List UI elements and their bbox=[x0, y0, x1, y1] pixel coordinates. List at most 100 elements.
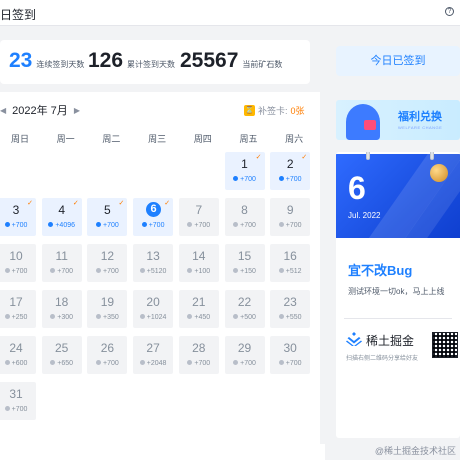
weekday-label: 周六 bbox=[285, 134, 304, 144]
prev-month-icon[interactable]: ◀ bbox=[0, 106, 6, 115]
stat-label: 累计签到天数 bbox=[127, 60, 176, 69]
reward-amount: +700 bbox=[240, 176, 256, 183]
day-number: 6 bbox=[146, 202, 162, 217]
calendar-day[interactable]: 22 +500 bbox=[224, 290, 265, 328]
page-title: 日签到 bbox=[0, 8, 37, 22]
calendar-day[interactable]: 3 +700 ✓ bbox=[0, 198, 36, 236]
calendar-day[interactable]: 20 +1024 bbox=[133, 290, 174, 328]
calendar-day[interactable]: 14 +100 bbox=[178, 244, 219, 282]
calendar-day[interactable]: 30 +700 bbox=[270, 336, 311, 374]
reward-amount: +2048 bbox=[146, 360, 167, 367]
calendar-day[interactable]: 23 +550 bbox=[270, 290, 311, 328]
ore-icon bbox=[4, 406, 10, 411]
calendar-day[interactable]: 10 +700 bbox=[0, 244, 36, 282]
footer-strip bbox=[0, 444, 325, 460]
ore-icon bbox=[50, 314, 56, 319]
day-number: 31 bbox=[9, 387, 23, 401]
day-reward: +150 bbox=[225, 268, 265, 275]
calendar-day[interactable]: 31 +700 bbox=[0, 382, 36, 420]
reward-amount: +700 bbox=[103, 360, 119, 367]
banner-title: 福利兑换 bbox=[398, 111, 442, 123]
day-reward: +700 bbox=[87, 268, 127, 275]
reward-amount: +450 bbox=[194, 314, 211, 321]
calendar-day[interactable]: 25 +650 bbox=[41, 336, 82, 374]
calendar-day[interactable]: 16 +512 bbox=[270, 244, 311, 282]
app-name: 稀土掘金 bbox=[366, 334, 415, 348]
day-reward: +1024 bbox=[133, 314, 173, 321]
calendar-day[interactable]: 24 +600 bbox=[0, 336, 36, 374]
calendar-day[interactable]: 19 +350 bbox=[87, 290, 128, 328]
day-number: 11 bbox=[55, 249, 68, 263]
ore-icon bbox=[278, 360, 284, 365]
welfare-banner[interactable]: 福利兑换 WELFARE CHANGE bbox=[336, 100, 460, 140]
day-reward: +700 bbox=[270, 360, 310, 367]
calendar-day[interactable]: 28 +700 bbox=[178, 336, 219, 374]
reward-amount: +700 bbox=[11, 222, 28, 229]
day-number: 26 bbox=[100, 341, 115, 355]
checked-icon: ✓ bbox=[27, 200, 33, 207]
reward-amount: +100 bbox=[194, 268, 211, 275]
reward-amount: +700 bbox=[103, 222, 119, 229]
calendar-day[interactable]: 17 +250 bbox=[0, 290, 36, 328]
calendar-day[interactable]: 15 +150 bbox=[224, 244, 265, 282]
day-number: 22 bbox=[237, 295, 252, 309]
ore-icon bbox=[278, 268, 284, 273]
checked-icon: ✓ bbox=[72, 200, 79, 207]
calendar-day[interactable]: 21 +450 bbox=[178, 290, 219, 328]
day-reward: +500 bbox=[225, 314, 265, 321]
calendar-day[interactable]: 27 +2048 bbox=[133, 336, 174, 374]
help-icon: ? bbox=[445, 7, 454, 16]
reward-amount: +700 bbox=[148, 222, 165, 229]
ore-icon bbox=[233, 176, 239, 181]
day-number: 18 bbox=[55, 295, 69, 309]
calendar-day[interactable]: 4 +4096 ✓ bbox=[41, 198, 82, 236]
day-reward: +700 bbox=[0, 406, 36, 413]
next-month-icon[interactable]: ▶ bbox=[74, 106, 80, 115]
day-reward: +700 bbox=[133, 222, 173, 229]
calendar-day[interactable]: 7 +700 bbox=[178, 198, 219, 236]
calendar-day[interactable]: 13 +5120 bbox=[133, 244, 174, 282]
weekday-label: 周二 bbox=[102, 134, 121, 144]
pin-icon bbox=[366, 152, 370, 160]
calendar-day[interactable]: 5 +700 ✓ bbox=[87, 198, 128, 236]
reward-amount: +700 bbox=[103, 268, 119, 275]
calendar-day[interactable]: 2 +700 ✓ bbox=[270, 152, 311, 190]
day-number: 21 bbox=[192, 295, 206, 309]
calendar-day[interactable]: 26 +700 bbox=[87, 336, 128, 374]
calendar-day[interactable]: 18 +300 bbox=[41, 290, 82, 328]
calendar-day[interactable]: 1 +700 ✓ bbox=[224, 152, 265, 190]
day-reward: +2048 bbox=[133, 360, 173, 367]
signed-today-button[interactable]: 今日已签到 bbox=[336, 46, 460, 76]
day-reward: +700 bbox=[225, 222, 265, 229]
calendar-day[interactable]: 6 +700 ✓ bbox=[133, 198, 174, 236]
reward-amount: +500 bbox=[240, 314, 256, 321]
calendar-day[interactable]: 11 +700 bbox=[41, 244, 82, 282]
day-reward: +512 bbox=[270, 268, 310, 275]
ore-icon bbox=[278, 222, 284, 227]
reward-amount: +700 bbox=[194, 222, 211, 229]
month-label: 2022年 7月 bbox=[12, 105, 68, 117]
calendar-day[interactable]: 9 +700 bbox=[270, 198, 311, 236]
ore-icon bbox=[233, 222, 239, 227]
reward-amount: +250 bbox=[11, 314, 28, 321]
sign-in-calendar: ◀ 2022年 7月 ▶ ⏳ 补签卡: 0张 周日 周一 周二 周三 周四 周五 周六 1 +… bbox=[0, 92, 320, 452]
banner-subtitle: WELFARE CHANGE bbox=[398, 125, 443, 130]
day-reward: +700 bbox=[270, 222, 310, 229]
ore-icon bbox=[4, 314, 10, 319]
stat-total-days: 126 累计签到天数 bbox=[88, 49, 175, 73]
reward-amount: +700 bbox=[240, 222, 256, 229]
makeup-count: 0张 bbox=[290, 106, 305, 116]
fortune-date-image: 6 Jul. 2022 bbox=[336, 154, 460, 238]
makeup-card-counter[interactable]: ⏳ 补签卡: 0张 bbox=[244, 104, 305, 117]
reward-amount: +150 bbox=[240, 268, 256, 275]
calendar-day[interactable]: 8 +700 bbox=[224, 198, 265, 236]
pin-icon bbox=[430, 152, 434, 160]
reward-amount: +600 bbox=[11, 360, 28, 367]
weekday-label: 周四 bbox=[193, 134, 212, 144]
day-number: 25 bbox=[55, 341, 69, 355]
calendar-day[interactable]: 29 +700 bbox=[224, 336, 265, 374]
checked-icon: ✓ bbox=[118, 200, 125, 207]
day-number: 23 bbox=[283, 295, 297, 309]
help-button[interactable]: ? bbox=[445, 7, 454, 16]
calendar-day[interactable]: 12 +700 bbox=[87, 244, 128, 282]
